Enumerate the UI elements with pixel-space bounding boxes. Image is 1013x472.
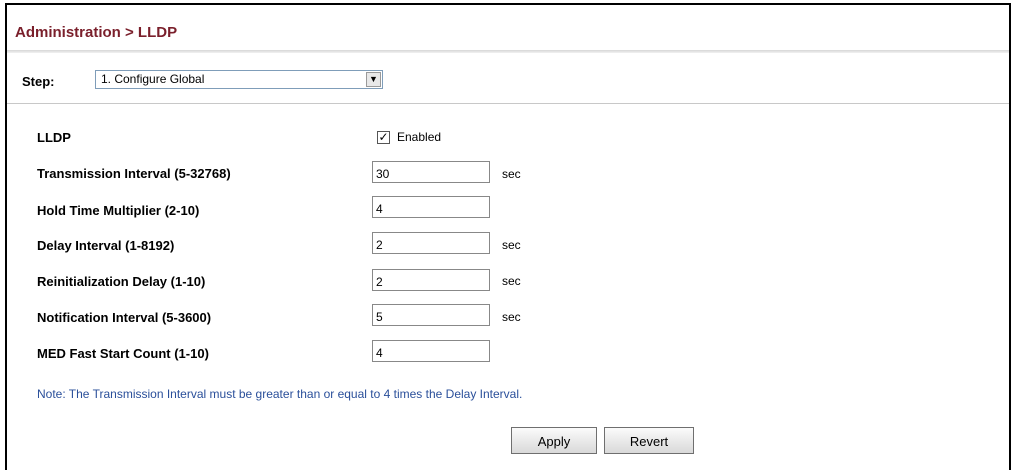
notification-interval-unit: sec (502, 310, 521, 324)
lldp-label: LLDP (37, 130, 71, 145)
step-select-value: 1. Configure Global (101, 72, 205, 86)
transmission-interval-unit: sec (502, 167, 521, 181)
page-title: Administration > LLDP (15, 24, 178, 41)
notification-interval-input[interactable] (372, 304, 490, 326)
med-fast-start-count-input[interactable] (372, 340, 490, 362)
hold-time-multiplier-label: Hold Time Multiplier (2-10) (37, 203, 200, 218)
notification-interval-label: Notification Interval (5-3600) (37, 310, 212, 325)
lldp-enabled-label: Enabled (397, 130, 442, 144)
revert-button[interactable]: Revert (604, 427, 694, 454)
delay-interval-input[interactable] (372, 232, 490, 254)
lldp-enabled-checkbox[interactable]: ✓ (377, 131, 390, 144)
transmission-interval-label: Transmission Interval (5-32768) (37, 166, 231, 181)
step-label: Step: (22, 74, 55, 89)
apply-button[interactable]: Apply (511, 427, 597, 454)
delay-interval-label: Delay Interval (1-8192) (37, 238, 175, 253)
title-divider (7, 50, 1009, 53)
delay-interval-unit: sec (502, 238, 521, 252)
med-fast-start-count-label: MED Fast Start Count (1-10) (37, 346, 209, 361)
transmission-interval-input[interactable] (372, 161, 490, 183)
transmission-note: Note: The Transmission Interval must be … (37, 387, 523, 401)
step-divider (7, 103, 1009, 104)
reinitialization-delay-unit: sec (502, 274, 521, 288)
reinitialization-delay-input[interactable] (372, 269, 490, 291)
hold-time-multiplier-input[interactable] (372, 196, 490, 218)
chevron-down-icon[interactable]: ▼ (366, 72, 381, 87)
step-select[interactable]: 1. Configure Global ▼ (95, 70, 383, 89)
reinitialization-delay-label: Reinitialization Delay (1-10) (37, 274, 206, 289)
